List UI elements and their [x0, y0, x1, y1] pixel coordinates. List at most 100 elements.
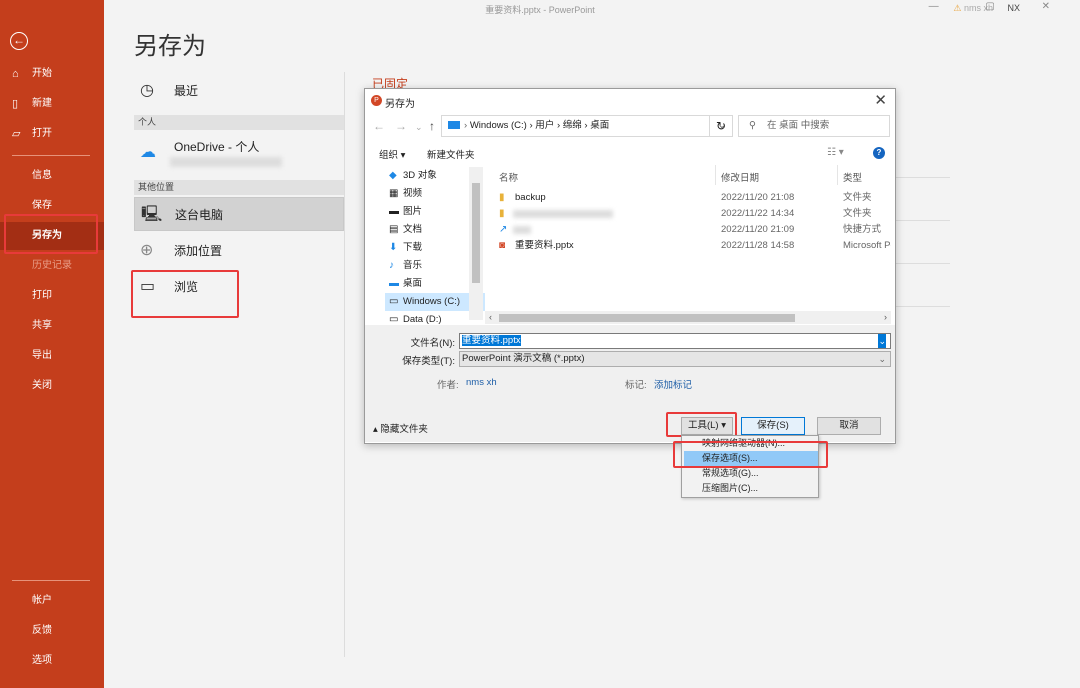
author-value[interactable]: nms xh	[466, 377, 497, 388]
film-icon: ▦	[389, 188, 399, 199]
search-input[interactable]: ⚲ 在 桌面 中搜索	[738, 115, 890, 137]
nav-new[interactable]: ▯ 新建	[0, 90, 104, 118]
location-recent[interactable]: ◷ 最近	[134, 74, 344, 108]
column-name[interactable]: 名称	[499, 170, 518, 184]
organize-button[interactable]: 组织 ▾	[379, 147, 405, 161]
view-options-icon[interactable]: ☷ ▾	[827, 147, 844, 158]
music-icon: ♪	[389, 260, 394, 271]
file-row[interactable]: ▮ 2022/11/22 14:34 文件夹	[499, 206, 891, 222]
download-icon: ⬇	[389, 242, 398, 253]
scrollbar-thumb[interactable]	[472, 183, 480, 283]
save-button[interactable]: 保存(S)	[741, 417, 805, 435]
shortcut-icon: ↗	[499, 224, 508, 235]
dialog-title: 另存为	[385, 99, 415, 110]
chevron-down-icon[interactable]: ⌄	[878, 334, 886, 348]
nav-divider	[12, 155, 90, 156]
section-personal: 个人	[134, 115, 344, 130]
column-type[interactable]: 类型	[843, 170, 862, 184]
nav-account[interactable]: 帐户	[0, 587, 104, 615]
forward-icon[interactable]: →	[395, 119, 407, 133]
highlight-box-save-options	[673, 441, 828, 468]
tree-scrollbar[interactable]	[469, 167, 483, 320]
scroll-left-icon[interactable]: ‹	[489, 311, 492, 324]
folder-icon: ▮	[499, 192, 505, 203]
refresh-icon[interactable]: ↻	[709, 115, 733, 137]
list-divider	[896, 177, 950, 178]
clock-icon: ◷	[140, 82, 154, 99]
menu-item-compress-pictures[interactable]: 压缩图片(C)...	[684, 481, 818, 496]
close-icon[interactable]: ✕	[874, 91, 887, 109]
computer-icon	[448, 121, 460, 130]
file-row[interactable]: ↗ 2022/11/20 21:09 快捷方式	[499, 222, 891, 238]
location-add[interactable]: ⊕ 添加位置	[134, 234, 344, 268]
save-form: 文件名(N): 重要资料.pptx ⌄ 保存类型(T): PowerPoint 演…	[365, 325, 895, 442]
nav-close[interactable]: 关闭	[0, 372, 104, 400]
chevron-down-icon: ⌄	[878, 354, 886, 364]
blurred-filename	[513, 226, 531, 234]
filetype-select[interactable]: PowerPoint 演示文稿 (*.pptx) ⌄	[459, 351, 891, 367]
column-separator	[837, 165, 838, 185]
globe-icon: ⊕	[140, 242, 154, 259]
up-icon[interactable]: ↑	[429, 119, 435, 133]
highlight-box-tools	[666, 412, 737, 437]
breadcrumb-separator: ›	[529, 120, 533, 131]
horizontal-scrollbar[interactable]: ‹ ›	[485, 311, 891, 324]
tags-value[interactable]: 添加标记	[654, 377, 692, 391]
highlight-box-browse	[131, 270, 239, 318]
nav-options[interactable]: 选项	[0, 647, 104, 675]
computer-icon: 🖳	[141, 206, 163, 223]
blurred-filename	[513, 210, 613, 218]
location-this-pc[interactable]: 🖳 这台电脑	[134, 197, 344, 231]
file-row[interactable]: ▮ backup 2022/11/20 21:08 文件夹	[499, 190, 891, 206]
nav-history: 历史记录	[32, 260, 72, 271]
nav-feedback[interactable]: 反馈	[0, 617, 104, 645]
blurred-account	[170, 157, 282, 167]
filename-label: 文件名(N):	[410, 338, 455, 349]
back-icon[interactable]: ←	[373, 119, 385, 133]
save-as-dialog: P 另存为 ✕ ← → ⌄ ↑ › Windows (C:) › 用户 › 绵绵…	[364, 88, 896, 444]
nav-open[interactable]: ▱ 打开	[0, 120, 104, 148]
breadcrumb-desktop[interactable]: 桌面	[590, 120, 609, 131]
cloud-icon: ☁	[140, 144, 156, 161]
nav-export[interactable]: 导出	[0, 342, 104, 370]
search-icon: ⚲	[749, 120, 756, 131]
backstage-nav: ← ⌂ 开始 ▯ 新建 ▱ 打开 信息 保存 另存为 历史记录 打印 共享 导出 关闭…	[0, 0, 104, 688]
desktop-icon: ▬	[389, 278, 399, 289]
menu-item-general-options[interactable]: 常规选项(G)...	[684, 466, 818, 481]
section-other: 其他位置	[134, 180, 344, 195]
image-icon: ▬	[389, 206, 399, 217]
breadcrumb-user[interactable]: 绵绵	[563, 120, 582, 131]
page-title: 另存为	[134, 33, 206, 60]
nav-info[interactable]: 信息	[0, 162, 104, 190]
back-arrow-icon[interactable]: ←	[10, 32, 28, 50]
breadcrumb-separator: ›	[556, 120, 561, 131]
panel-divider	[344, 72, 345, 657]
window-controls[interactable]: — ▢ ✕	[929, 1, 1072, 12]
column-separator	[715, 165, 716, 185]
breadcrumb-users[interactable]: 用户	[535, 120, 554, 131]
cancel-button[interactable]: 取消	[817, 417, 881, 435]
scrollbar-thumb[interactable]	[499, 314, 795, 322]
home-icon: ⌂	[12, 68, 19, 80]
window-title: 重要资料.pptx - PowerPoint	[485, 5, 595, 15]
author-label: 作者:	[437, 380, 459, 391]
address-bar[interactable]: › Windows (C:) › 用户 › 绵绵 › 桌面 ⌄	[441, 115, 733, 137]
breadcrumb-drive[interactable]: Windows (C:)	[470, 120, 527, 131]
list-divider	[896, 263, 950, 264]
file-row[interactable]: ◙ 重要资料.pptx 2022/11/28 14:58 Microsoft P…	[499, 238, 891, 254]
hide-folders-toggle[interactable]: ▴ 隐藏文件夹	[373, 421, 428, 435]
list-divider	[896, 306, 950, 307]
nav-share[interactable]: 共享	[0, 312, 104, 340]
column-modified[interactable]: 修改日期	[721, 170, 759, 184]
help-icon[interactable]: ?	[873, 147, 885, 159]
nav-home[interactable]: ⌂ 开始	[0, 60, 104, 88]
nav-print[interactable]: 打印	[0, 282, 104, 310]
filetype-label: 保存类型(T):	[402, 356, 455, 367]
filename-field[interactable]: 重要资料.pptx ⌄	[459, 333, 891, 349]
scroll-right-icon[interactable]: ›	[884, 311, 887, 324]
powerpoint-icon: P	[371, 95, 382, 106]
new-doc-icon: ▯	[12, 98, 19, 110]
tags-label: 标记:	[625, 380, 647, 391]
new-folder-button[interactable]: 新建文件夹	[427, 147, 475, 161]
recent-dropdown-icon[interactable]: ⌄	[415, 122, 423, 133]
